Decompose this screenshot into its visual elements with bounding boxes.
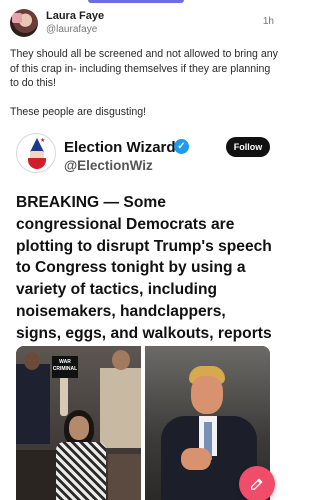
- verified-badge-icon: ✓: [174, 139, 189, 154]
- tweet-body: BREAKING — Some congressional Democrats …: [16, 194, 272, 364]
- tweet-author-name: Election Wizard: [64, 139, 176, 156]
- photo-protest-sign: WAR CRIMINAL: [16, 346, 141, 500]
- author-name[interactable]: Laura Faye: [46, 10, 104, 22]
- author-handle[interactable]: @laurafaye: [46, 24, 97, 35]
- timestamp: 1h: [262, 16, 274, 27]
- post: Laura Faye @laurafaye 1h They should all…: [0, 0, 286, 500]
- tweet-avatar: ★: [16, 133, 56, 173]
- avatar[interactable]: [10, 9, 38, 37]
- tweet-author-handle: @ElectionWiz: [64, 158, 153, 173]
- protest-sign: WAR CRIMINAL: [52, 356, 78, 378]
- tweet-header: ★ Election Wizard ✓ @ElectionWiz Follow: [16, 133, 270, 179]
- compose-button[interactable]: [239, 466, 275, 500]
- tweet-photos: WAR CRIMINAL: [16, 346, 270, 500]
- follow-button: Follow: [226, 137, 270, 157]
- compose-icon: [251, 478, 263, 490]
- post-header: Laura Faye @laurafaye 1h: [10, 9, 276, 39]
- post-text-paragraph-2: These people are disgusting!: [10, 106, 147, 119]
- post-text-paragraph-1: They should all be screened and not allo…: [10, 48, 278, 90]
- post-text: They should all be screened and not allo…: [10, 47, 278, 135]
- wizard-beard-icon: [28, 158, 46, 169]
- embedded-tweet-image[interactable]: ★ Election Wizard ✓ @ElectionWiz Follow …: [0, 127, 286, 500]
- star-icon: ★: [40, 138, 46, 144]
- flag-icon: [12, 13, 22, 23]
